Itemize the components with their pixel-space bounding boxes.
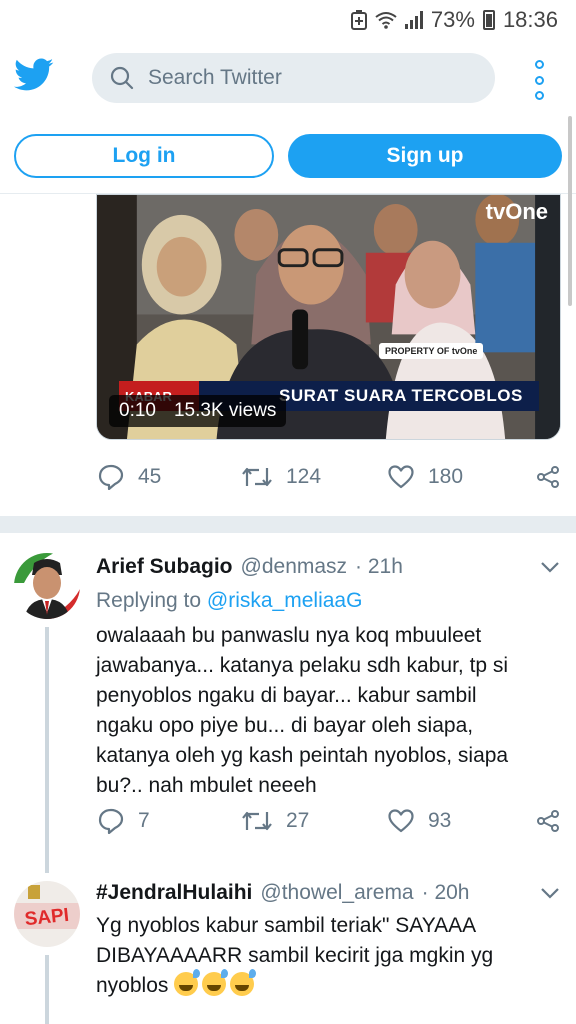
share-icon	[537, 810, 559, 832]
like-button[interactable]: 93	[388, 809, 451, 833]
replying-to: Replying to @riska_meliaaG	[96, 589, 362, 613]
news-headline: SURAT SUARA TERCOBLOS	[279, 386, 523, 405]
thread-line	[45, 627, 49, 873]
tweet-time[interactable]: · 21h	[355, 555, 403, 579]
avatar-image	[14, 553, 80, 619]
tvone-logo: tvOne	[485, 199, 548, 224]
retweet-button[interactable]: 124	[242, 465, 321, 489]
tweet-text-content: Yg nyoblos kabur sambil teriak" SAYAAA D…	[96, 914, 494, 997]
tweet-time[interactable]: · 20h	[422, 881, 470, 905]
like-count: 93	[428, 809, 452, 832]
display-name[interactable]: Arief Subagio	[96, 555, 233, 579]
search-bar[interactable]	[92, 53, 495, 103]
reply-icon	[98, 464, 124, 490]
reply-button[interactable]: 7	[98, 808, 150, 834]
chevron-down-icon[interactable]	[540, 886, 560, 900]
share-icon	[537, 466, 559, 488]
battery-percent: 73%	[430, 7, 475, 32]
replying-to-label: Replying to	[96, 589, 202, 612]
reply-count: 7	[138, 809, 150, 832]
video-info-pill: 0:10 15.3K views	[109, 395, 287, 427]
chevron-down-icon[interactable]	[540, 560, 560, 574]
share-button[interactable]	[536, 809, 560, 833]
avatar-image: SAPI	[14, 881, 80, 947]
retweet-icon	[242, 467, 272, 487]
battery-saver-icon	[350, 10, 367, 30]
tweet-actions: 45 124 180	[96, 457, 566, 497]
scrollbar[interactable]	[568, 116, 572, 306]
thread-line	[45, 955, 49, 1024]
heart-icon	[388, 809, 414, 833]
login-button[interactable]: Log in	[14, 134, 274, 178]
retweet-count: 124	[286, 465, 322, 488]
display-name[interactable]: #JendralHulaihi	[96, 881, 252, 905]
twitter-bird-icon[interactable]	[14, 58, 54, 92]
retweet-icon	[242, 811, 272, 831]
more-options-icon[interactable]	[530, 60, 548, 100]
clock: 18:36	[502, 7, 558, 32]
mention-link[interactable]: @riska_meliaaG	[207, 589, 363, 612]
user-handle[interactable]: @thowel_arema	[260, 881, 413, 905]
reply-button[interactable]: 45	[98, 464, 161, 490]
sweat-smile-emoji-icon	[230, 969, 257, 996]
tweet-actions: 7 27 93	[96, 801, 566, 841]
battery-icon	[482, 10, 495, 30]
status-bar: 73% 18:36	[0, 0, 576, 40]
like-button[interactable]: 180	[388, 465, 463, 489]
avatar[interactable]	[14, 553, 80, 619]
like-count: 180	[428, 465, 464, 488]
reply-icon	[98, 808, 124, 834]
share-button[interactable]	[536, 465, 560, 489]
reply-count: 45	[138, 465, 162, 488]
signal-icon	[404, 11, 423, 29]
retweet-button[interactable]: 27	[242, 809, 309, 833]
tweet-header: #JendralHulaihi @thowel_arema · 20h	[96, 881, 470, 905]
video-player[interactable]: tvOne PROPERTY OF tvOne KABAR SURAT SUAR…	[96, 194, 561, 440]
signup-button[interactable]: Sign up	[288, 134, 562, 178]
user-handle[interactable]: @denmasz	[241, 555, 348, 579]
reply-tweet[interactable]: SAPI #JendralHulaihi @thowel_arema · 20h…	[0, 873, 576, 1024]
auth-bar: Log in Sign up	[0, 116, 576, 194]
tweet-text: Yg nyoblos kabur sambil teriak" SAYAAA D…	[96, 911, 536, 1001]
sweat-smile-emoji-icon	[174, 969, 201, 996]
tweet-header: Arief Subagio @denmasz · 21h	[96, 555, 403, 579]
search-input[interactable]	[148, 66, 468, 90]
wifi-icon	[375, 11, 397, 29]
avatar[interactable]: SAPI	[14, 881, 80, 947]
sweat-smile-emoji-icon	[202, 969, 229, 996]
retweet-count: 27	[286, 809, 310, 832]
reply-tweet[interactable]: Arief Subagio @denmasz · 21h Replying to…	[0, 533, 576, 873]
heart-icon	[388, 465, 414, 489]
search-icon	[110, 66, 134, 90]
property-tag: PROPERTY OF tvOne	[379, 343, 484, 359]
video-duration: 0:10	[119, 400, 156, 421]
section-divider	[0, 516, 576, 533]
tweet-text: owalaaah bu panwaslu nya koq mbuuleet ja…	[96, 624, 509, 797]
video-views: 15.3K views	[173, 400, 277, 421]
top-bar	[0, 40, 576, 116]
